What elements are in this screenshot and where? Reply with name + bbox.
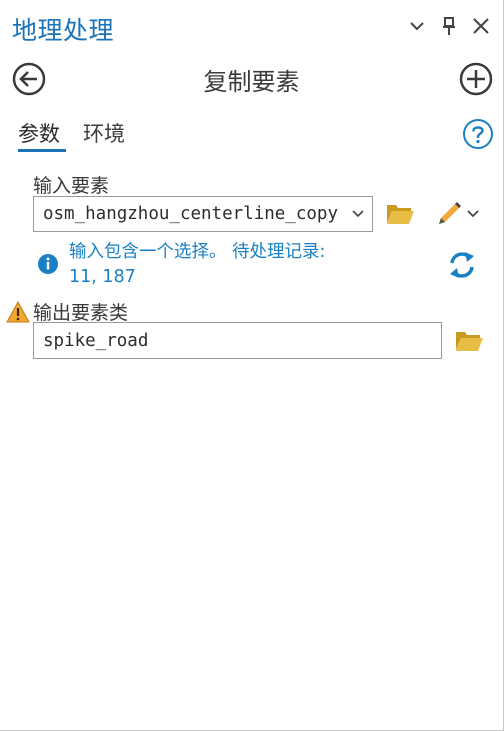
plus-circle-icon[interactable]	[459, 62, 493, 96]
folder-open-icon[interactable]	[455, 329, 484, 353]
geoprocessing-pane: 地理处理 复制要素 参数 环境 输入要素 osm_hangzhou_center…	[0, 0, 504, 731]
tool-header: 复制要素	[0, 56, 503, 102]
pin-button[interactable]	[437, 14, 461, 38]
info-icon	[38, 254, 58, 274]
tab-strip: 参数 环境	[0, 110, 503, 156]
selection-info-message: 输入包含一个选择。 待处理记录: 11, 187	[69, 240, 399, 290]
pencil-icon	[439, 202, 461, 224]
question-circle-icon[interactable]	[462, 118, 494, 150]
input-features-dropdown[interactable]: osm_hangzhou_centerline_copy	[33, 196, 373, 232]
input-features-label: 输入要素	[33, 175, 110, 197]
pane-titlebar: 地理处理	[0, 0, 503, 56]
pane-title: 地理处理	[12, 16, 115, 45]
selection-info-line1: 输入包含一个选择。 待处理记录:	[69, 242, 326, 262]
chevron-down-icon	[467, 210, 479, 218]
pane-options-button[interactable]	[405, 14, 429, 38]
folder-open-icon[interactable]	[386, 202, 415, 226]
pin-icon	[443, 17, 455, 35]
output-feature-class-input[interactable]: spike_road	[33, 322, 442, 359]
close-button[interactable]	[469, 14, 493, 38]
active-tab-indicator	[18, 149, 66, 152]
output-feature-class-label: 输出要素类	[33, 302, 129, 324]
tab-environments[interactable]: 环境	[83, 118, 125, 148]
refresh-icon[interactable]	[448, 250, 476, 280]
select-features-button[interactable]	[435, 200, 481, 228]
input-features-value: osm_hangzhou_centerline_copy	[42, 204, 338, 224]
output-feature-class-value: spike_road	[43, 331, 149, 351]
close-icon	[473, 18, 489, 34]
tool-title: 复制要素	[203, 68, 300, 96]
chevron-down-icon	[352, 210, 364, 218]
chevron-down-icon	[410, 22, 424, 31]
warning-icon	[6, 301, 30, 323]
selection-record-count: 11, 187	[69, 267, 136, 287]
tab-parameters[interactable]: 参数	[18, 118, 60, 148]
